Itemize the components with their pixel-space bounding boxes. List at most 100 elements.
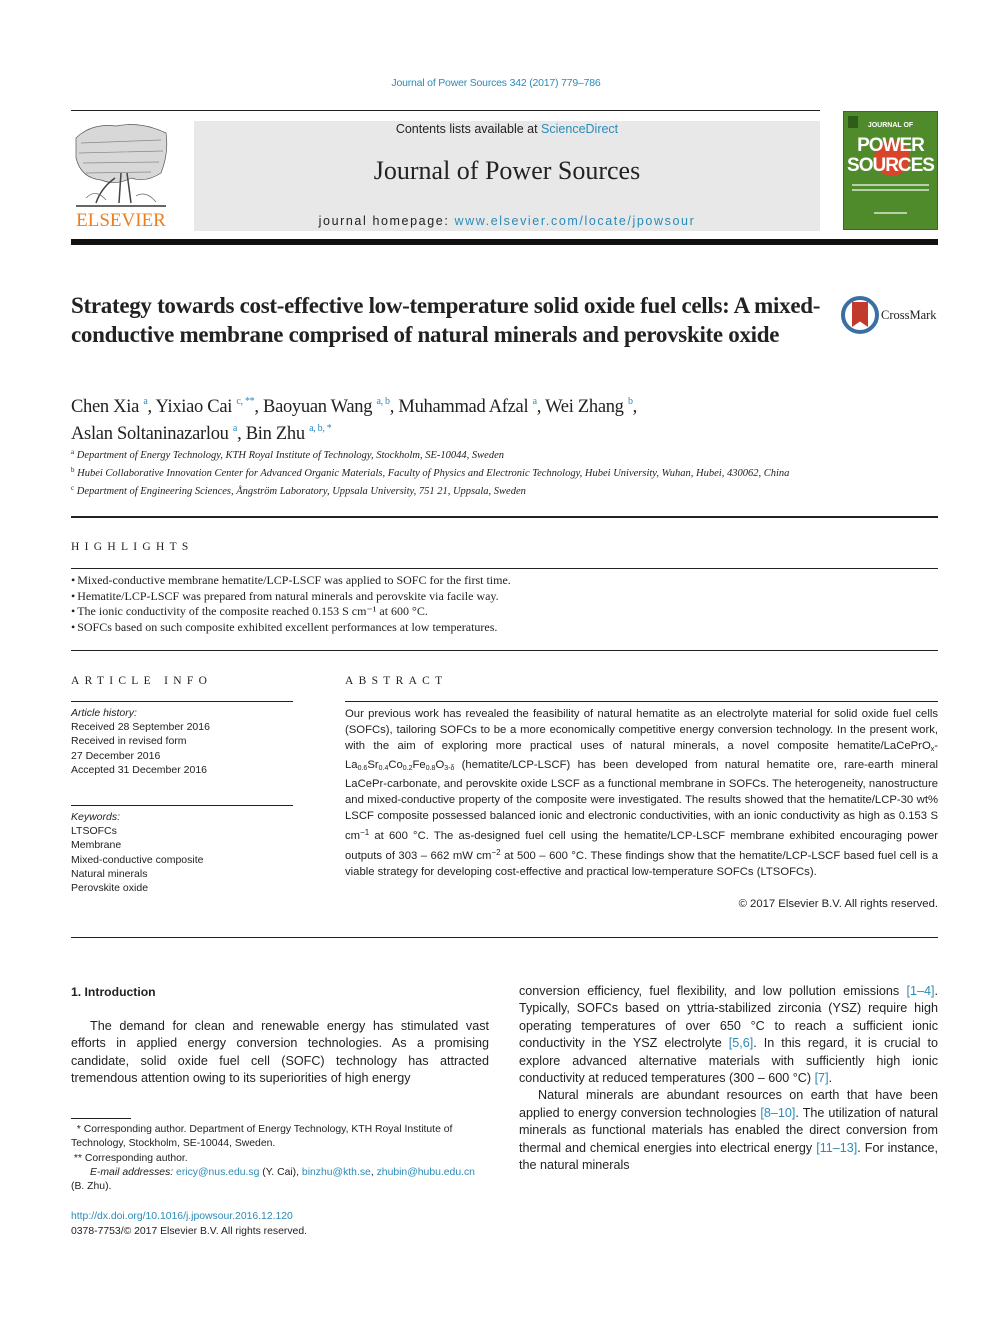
- highlights-heading: HIGHLIGHTS: [71, 541, 194, 553]
- article-info-heading: ARTICLE INFO: [71, 675, 213, 687]
- header-top-rule: [71, 110, 820, 111]
- email-link[interactable]: binzhu@kth.se: [302, 1167, 371, 1178]
- email-owner: (B. Zhu).: [71, 1181, 112, 1193]
- email-link[interactable]: zhubin@hubu.edu.cn: [377, 1167, 475, 1178]
- divider: [71, 516, 938, 518]
- affiliation-b: b Hubei Collaborative Innovation Center …: [71, 463, 831, 481]
- author-name: Baoyuan Wang: [263, 397, 373, 417]
- article-title: Strategy towards cost-effective low-temp…: [71, 293, 821, 347]
- author[interactable]: Baoyuan Wang a, b: [263, 396, 391, 417]
- formula-part: Co: [388, 758, 403, 771]
- highlight-item: Mixed-conductive membrane hematite/LCP-L…: [71, 573, 931, 589]
- keywords: Keywords: LTSOFCs Membrane Mixed-conduct…: [71, 810, 293, 895]
- journal-title: Journal of Power Sources: [373, 156, 641, 185]
- citation-link[interactable]: [11–13]: [816, 1141, 857, 1155]
- author[interactable]: Chen Xia a: [71, 396, 148, 417]
- author-affiliation-mark[interactable]: a, b: [377, 396, 391, 407]
- abstract-part: Our previous work has revealed the feasi…: [345, 708, 938, 752]
- footnote-text: Corresponding author. Department of Ener…: [71, 1124, 453, 1150]
- keyword: Natural minerals: [71, 867, 148, 880]
- unit-exponent: −2: [491, 847, 501, 857]
- cover-journal-of: JOURNAL OF: [867, 122, 914, 129]
- footnote-emails: E-mail addresses: ericy@nus.edu.sg (Y. C…: [71, 1166, 491, 1195]
- affiliation-a: a Department of Energy Technology, KTH R…: [71, 445, 831, 463]
- formula-sub: 0.8: [425, 764, 436, 772]
- formula-part: Fe: [412, 758, 426, 771]
- highlight-item: The ionic conductivity of the composite …: [71, 604, 931, 620]
- history-entry: Accepted 31 December 2016: [71, 763, 208, 776]
- doi-link[interactable]: http://dx.doi.org/10.1016/j.jpowsour.201…: [71, 1211, 293, 1222]
- author[interactable]: Muhammad Afzal a: [398, 396, 537, 417]
- article-history: Article history: Received 28 September 2…: [71, 706, 293, 777]
- abstract-heading: ABSTRACT: [345, 675, 448, 687]
- author-name: Yixiao Cai: [155, 397, 233, 417]
- highlights-list: Mixed-conductive membrane hematite/LCP-L…: [71, 573, 931, 636]
- author-affiliation-mark[interactable]: a, b, *: [309, 423, 332, 434]
- affiliation-key: a: [71, 448, 75, 456]
- formula-sub: 0.6: [357, 764, 368, 772]
- contents-prefix: Contents lists available at: [395, 122, 542, 136]
- author[interactable]: Bin Zhu a, b, *: [246, 423, 332, 444]
- author-affiliation-mark[interactable]: c, **: [236, 396, 254, 407]
- affiliation-c: c Department of Engineering Sciences, Ån…: [71, 481, 831, 499]
- cover-sources: SOURCES: [847, 155, 935, 176]
- footnote-corresponding-1: * Corresponding author. Department of En…: [71, 1123, 491, 1152]
- footnote-rule: [71, 1118, 131, 1119]
- abstract-copyright: © 2017 Elsevier B.V. All rights reserved…: [738, 898, 938, 910]
- email-link[interactable]: ericy@nus.edu.sg: [176, 1167, 259, 1178]
- email-label: E-mail addresses:: [90, 1166, 177, 1178]
- body-column-left: The demand for clean and renewable energ…: [71, 1018, 489, 1088]
- running-head[interactable]: Journal of Power Sources 342 (2017) 779–…: [0, 77, 992, 89]
- formula-sub: 3-δ: [444, 764, 455, 772]
- author-separator: ,: [254, 397, 264, 417]
- history-entry: 27 December 2016: [71, 749, 161, 762]
- author[interactable]: Wei Zhang b: [545, 396, 633, 417]
- author[interactable]: Yixiao Cai c, **: [155, 396, 254, 417]
- crossmark-button[interactable]: CrossMark: [841, 296, 941, 336]
- citation-link[interactable]: [8–10]: [760, 1106, 795, 1120]
- keyword: Membrane: [71, 839, 122, 852]
- citation-link[interactable]: [7]: [815, 1071, 829, 1085]
- author[interactable]: Aslan Soltaninazarlou a: [71, 423, 237, 444]
- divider: [71, 701, 293, 702]
- author-list: Chen Xia a, Yixiao Cai c, **, Baoyuan Wa…: [71, 391, 831, 445]
- journal-cover-image[interactable]: JOURNAL OF POWER SOURCES: [843, 111, 938, 230]
- history-entry: Received 28 September 2016: [71, 721, 210, 734]
- highlight-item: SOFCs based on such composite exhibited …: [71, 620, 931, 636]
- divider: [71, 937, 938, 938]
- sciencedirect-link[interactable]: ScienceDirect: [541, 122, 618, 136]
- author-separator: ,: [632, 397, 638, 417]
- contents-line: Contents lists available at ScienceDirec…: [194, 122, 820, 136]
- footnote-mark: **: [73, 1152, 82, 1164]
- formula-part: O: [435, 758, 445, 771]
- text-run: .: [828, 1071, 833, 1086]
- divider: [71, 805, 293, 806]
- affiliation-text: Hubei Collaborative Innovation Center fo…: [77, 468, 790, 480]
- author-name: Chen Xia: [71, 397, 139, 417]
- text-run: conversion efficiency, fuel flexibility,…: [519, 984, 907, 998]
- affiliation-key: b: [71, 466, 75, 475]
- footnotes: * Corresponding author. Department of En…: [71, 1123, 491, 1194]
- elsevier-wordmark: ELSEVIER: [76, 210, 166, 231]
- citation-link[interactable]: [5,6]: [729, 1036, 754, 1050]
- divider: [71, 650, 938, 651]
- keyword: Mixed-conductive composite: [71, 853, 204, 866]
- homepage-prefix: journal homepage:: [318, 214, 455, 228]
- article-history-label: Article history:: [71, 707, 137, 719]
- citation-link[interactable]: [1–4]: [906, 984, 934, 998]
- journal-homepage-link[interactable]: www.elsevier.com/locate/jpowsour: [454, 214, 695, 228]
- issn-copyright-line: 0378-7753/© 2017 Elsevier B.V. All right…: [71, 1226, 308, 1237]
- email-owner: (Y. Cai),: [259, 1166, 302, 1178]
- formula-sub: 0.2: [402, 764, 413, 772]
- affiliations: a Department of Energy Technology, KTH R…: [71, 445, 831, 500]
- header-bottom-rule: [71, 239, 938, 245]
- affiliation-text: Department of Engineering Sciences, Ångs…: [76, 486, 526, 498]
- paragraph: conversion efficiency, fuel flexibility,…: [519, 983, 938, 1087]
- author-name: Wei Zhang: [545, 397, 624, 417]
- divider: [71, 568, 938, 569]
- formula-part: Sr: [367, 758, 379, 771]
- keyword: LTSOFCs: [71, 825, 117, 838]
- highlight-item: Hematite/LCP-LSCF was prepared from natu…: [71, 589, 931, 605]
- journal-homepage-line: journal homepage: www.elsevier.com/locat…: [194, 214, 820, 228]
- formula-sub: 0.4: [378, 764, 389, 772]
